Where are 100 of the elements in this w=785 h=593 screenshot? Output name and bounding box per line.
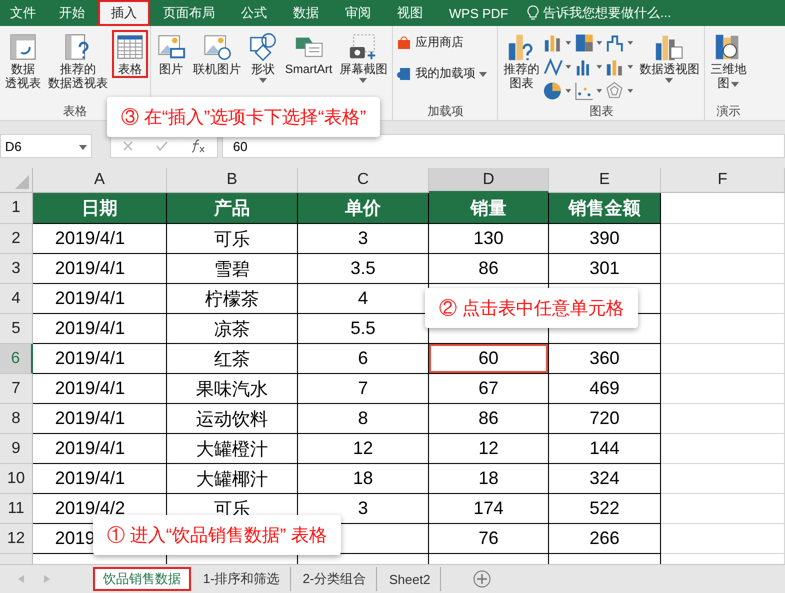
ribbon-button[interactable]: 表格 [112, 30, 148, 78]
ribbon-tab[interactable]: 数据 [280, 0, 332, 26]
ribbon-tab[interactable]: WPS PDF [436, 0, 522, 26]
tell-me-field[interactable]: 告诉我您想要做什么... [543, 4, 672, 22]
lightbulb-icon [527, 5, 540, 21]
table-cell: 雪碧 [167, 254, 298, 284]
row-header[interactable]: 11 [0, 494, 33, 524]
caret-icon [79, 144, 87, 150]
callout-note: ① 进入“饮品销售数据” 表格 [93, 515, 341, 555]
ribbon-button[interactable]: 数据透视图 [636, 30, 702, 85]
store-icon [397, 36, 412, 50]
column-header[interactable]: D [429, 168, 549, 193]
ribbon-button[interactable]: SmartArt [282, 30, 336, 78]
column-header[interactable]: A [33, 168, 167, 193]
table-cell: 86 [429, 404, 549, 434]
callout-note: ③ 在“插入”选项卡下选择“表格” [107, 97, 380, 137]
ribbon-button[interactable]: 我的加载项 [395, 61, 490, 86]
ribbon-tab[interactable]: 页面布局 [150, 0, 228, 26]
row-header[interactable]: 5 [0, 314, 33, 344]
ribbon-button[interactable]: 图片 [153, 30, 189, 78]
ribbon-button[interactable]: 屏幕截图 [336, 30, 390, 85]
column-title: 产品 [167, 193, 298, 224]
ribbon-button[interactable]: 推荐的 图表 [500, 30, 542, 92]
row-header[interactable]: 2 [0, 224, 33, 254]
caret-icon [259, 78, 267, 83]
chart-type-icon[interactable] [574, 80, 604, 102]
ribbon-button[interactable]: 形状 [245, 30, 281, 85]
check-icon[interactable] [156, 141, 168, 151]
sheet-tab[interactable]: 2-分类组合 [292, 567, 378, 591]
sheet-tab[interactable]: Sheet2 [379, 567, 442, 591]
table-cell: 522 [549, 494, 661, 524]
group-label: 加载项 [427, 103, 464, 120]
chart-type-icon[interactable] [543, 56, 574, 78]
table-cell: 5.5 [298, 314, 429, 344]
ribbon-button[interactable]: 数据 透视表 [2, 30, 44, 92]
row-header[interactable]: 8 [0, 404, 33, 434]
row-header[interactable]: 1 [0, 193, 33, 224]
table-cell: 红茶 [167, 344, 298, 374]
column-header[interactable]: C [298, 168, 429, 193]
table-cell: 果味汽水 [167, 374, 298, 404]
table-cell: 390 [549, 224, 661, 254]
function-icon[interactable] [191, 139, 206, 153]
caret-icon [479, 72, 488, 77]
row-header[interactable]: 4 [0, 284, 33, 314]
table-cell: 柠檬茶 [167, 284, 298, 314]
ribbon-button[interactable]: 推荐的 数据透视表 [45, 30, 111, 92]
table-cell: 12 [429, 434, 549, 464]
row-header[interactable]: 3 [0, 254, 33, 284]
add-sheet-icon[interactable] [473, 570, 492, 588]
ribbon-button[interactable]: 应用商店 [395, 30, 466, 55]
table-cell: 2019/4/1 [33, 284, 167, 314]
table-cell: 凉茶 [167, 314, 298, 344]
row-header[interactable]: 6 [0, 344, 33, 374]
table-cell: 86 [429, 254, 549, 284]
table-cell: 3.5 [298, 254, 429, 284]
ribbon-tab[interactable]: 插入 [98, 0, 150, 26]
table-cell: 2019/4/1 [33, 344, 167, 374]
callout-note: ② 点击表中任意单元格 [425, 288, 638, 328]
table-cell: 174 [429, 494, 549, 524]
name-box[interactable]: D6 [0, 134, 92, 158]
table-cell: 大罐橙汁 [167, 434, 298, 464]
caret-icon [359, 78, 368, 83]
column-title: 单价 [298, 193, 429, 224]
chart-type-icon[interactable] [543, 80, 574, 102]
table-cell: 266 [549, 524, 661, 554]
table-cell: 2019/4/1 [33, 314, 167, 344]
ribbon-tab[interactable]: 视图 [384, 0, 436, 26]
sheet-tab[interactable]: 饮品销售数据 [93, 567, 191, 591]
column-header[interactable]: B [167, 168, 298, 193]
column-header[interactable]: F [661, 168, 785, 193]
caret-icon [665, 78, 674, 83]
table-cell: 12 [298, 434, 429, 464]
ribbon-button[interactable]: 联机图片 [190, 30, 244, 78]
column-header[interactable]: E [549, 168, 661, 193]
row-header[interactable]: 12 [0, 524, 33, 554]
column-title: 日期 [33, 193, 167, 224]
ribbon-tab[interactable]: 开始 [46, 0, 98, 26]
ribbon-tab[interactable]: 公式 [228, 0, 280, 26]
row-header[interactable]: 7 [0, 374, 33, 404]
table-cell: 130 [429, 224, 549, 254]
sheet-tab[interactable]: 1-排序和筛选 [193, 567, 291, 591]
table-cell: 2019/4/1 [33, 464, 167, 494]
table-cell: 7 [298, 374, 429, 404]
table-cell: 76 [429, 524, 549, 554]
table-cell: 144 [549, 434, 661, 464]
ribbon-tab[interactable]: 审阅 [332, 0, 384, 26]
formula-input[interactable]: 60 [222, 134, 785, 158]
group-label: 演示 [716, 103, 740, 120]
table-cell: 运动饮料 [167, 404, 298, 434]
row-header[interactable]: 10 [0, 464, 33, 494]
table-cell: 3 [298, 224, 429, 254]
table-cell: 2019/4/1 [33, 404, 167, 434]
ribbon-button[interactable]: 三维地 图 [707, 30, 750, 92]
ribbon-tab[interactable]: 文件 [0, 0, 46, 26]
row-header[interactable]: 9 [0, 434, 33, 464]
chart-type-icon[interactable] [574, 32, 604, 54]
table-cell: 3 [298, 494, 429, 524]
table-cell: 2019/4/1 [33, 434, 167, 464]
table-cell: 6 [298, 344, 429, 374]
table-cell: 720 [549, 404, 661, 434]
